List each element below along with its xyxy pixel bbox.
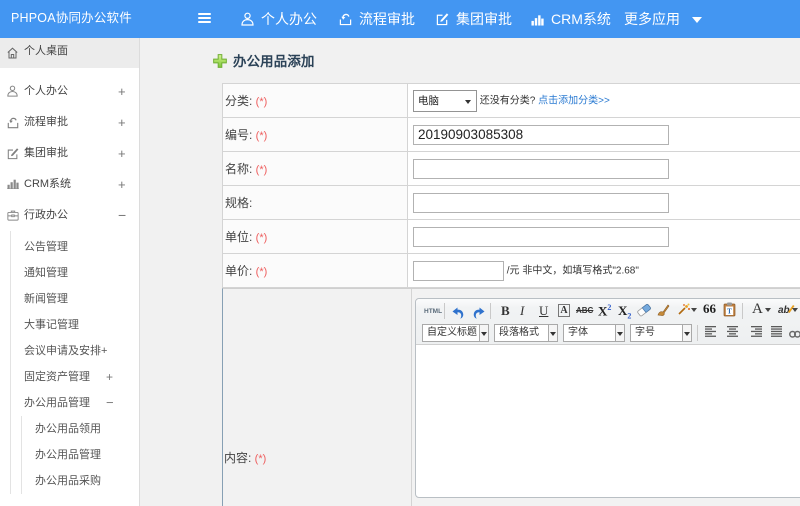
svg-text:T: T	[727, 308, 732, 316]
